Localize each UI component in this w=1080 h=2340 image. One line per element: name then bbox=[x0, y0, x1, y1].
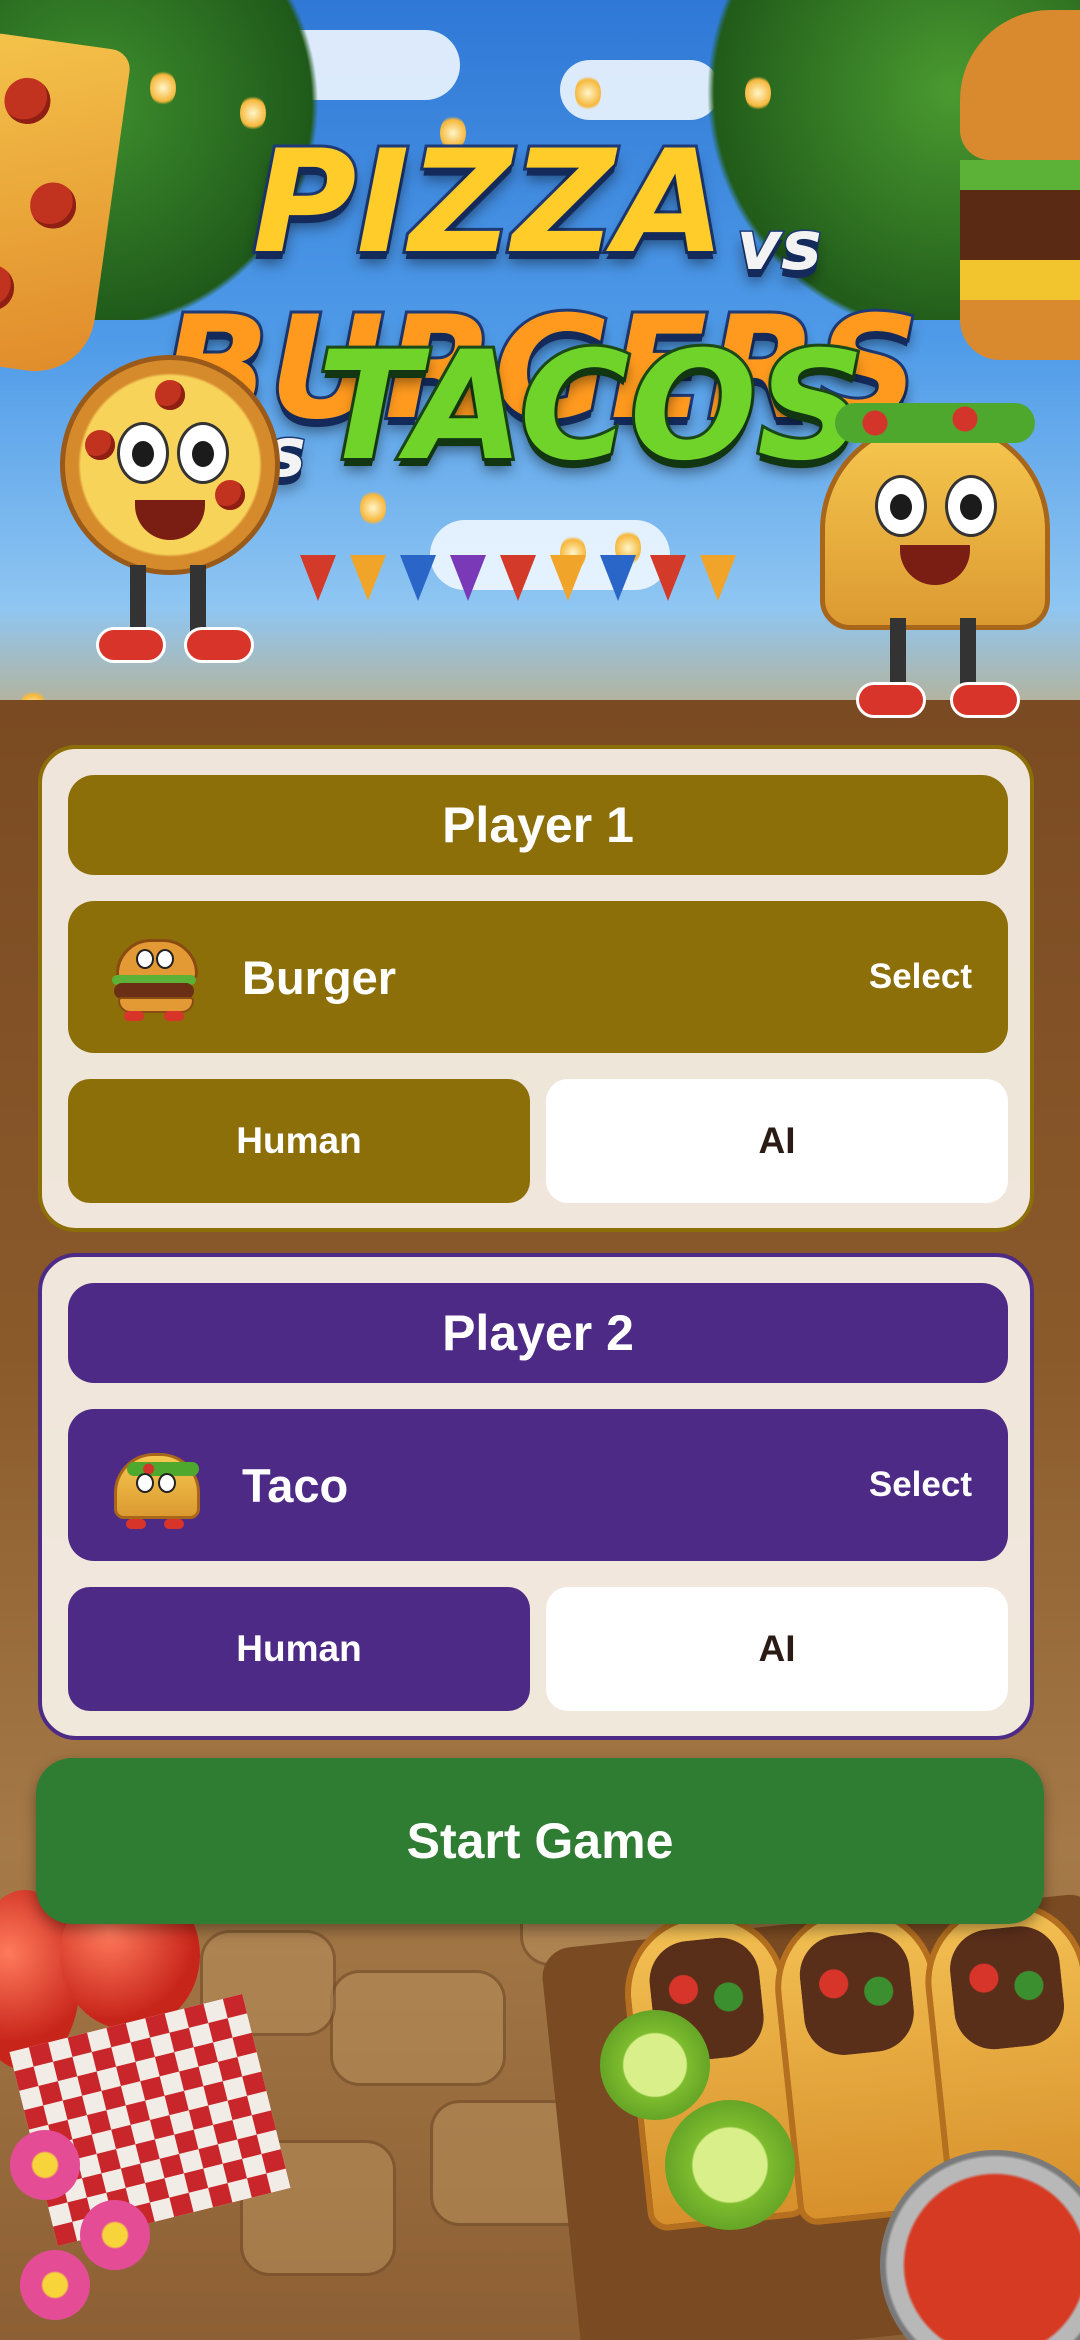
player-1-character-select[interactable]: Burger Select bbox=[68, 901, 1008, 1053]
flower-decoration bbox=[20, 2250, 90, 2320]
player-1-header: Player 1 bbox=[68, 775, 1008, 875]
pizza-mascot-icon bbox=[60, 355, 280, 675]
string-light bbox=[745, 75, 771, 111]
flower-decoration bbox=[80, 2200, 150, 2270]
player-2-select-label: Select bbox=[868, 1465, 972, 1504]
player-1-select-label: Select bbox=[868, 957, 972, 996]
burger-mascot-icon bbox=[108, 931, 200, 1023]
title-word-tacos: TACOS bbox=[314, 317, 868, 497]
player-1-panel: Player 1 Burger Select Human AI bbox=[38, 745, 1034, 1232]
taco-mascot-icon bbox=[108, 1439, 200, 1531]
player-2-character-select[interactable]: Taco Select bbox=[68, 1409, 1008, 1561]
start-game-button[interactable]: Start Game bbox=[36, 1758, 1044, 1924]
title-vs: vs bbox=[735, 206, 823, 288]
bunting-flags bbox=[300, 555, 800, 615]
title-word-pizza: PIZZA bbox=[249, 117, 728, 288]
player-2-header: Player 2 bbox=[68, 1283, 1008, 1383]
string-light bbox=[360, 490, 386, 526]
string-light bbox=[150, 70, 176, 106]
player-2-human-button[interactable]: Human bbox=[68, 1587, 530, 1711]
player-2-character-name: Taco bbox=[242, 1458, 349, 1512]
player-1-human-button[interactable]: Human bbox=[68, 1079, 530, 1203]
player-1-character-name: Burger bbox=[242, 950, 397, 1004]
flower-decoration bbox=[10, 2130, 80, 2200]
string-light bbox=[575, 75, 601, 111]
lime-decoration bbox=[665, 2100, 795, 2230]
taco-mascot-icon bbox=[820, 403, 1050, 740]
player-2-ai-button[interactable]: AI bbox=[546, 1587, 1008, 1711]
player-2-panel: Player 2 Taco Select Human AI bbox=[38, 1253, 1034, 1740]
lime-decoration bbox=[600, 2010, 710, 2120]
player-1-ai-button[interactable]: AI bbox=[546, 1079, 1008, 1203]
